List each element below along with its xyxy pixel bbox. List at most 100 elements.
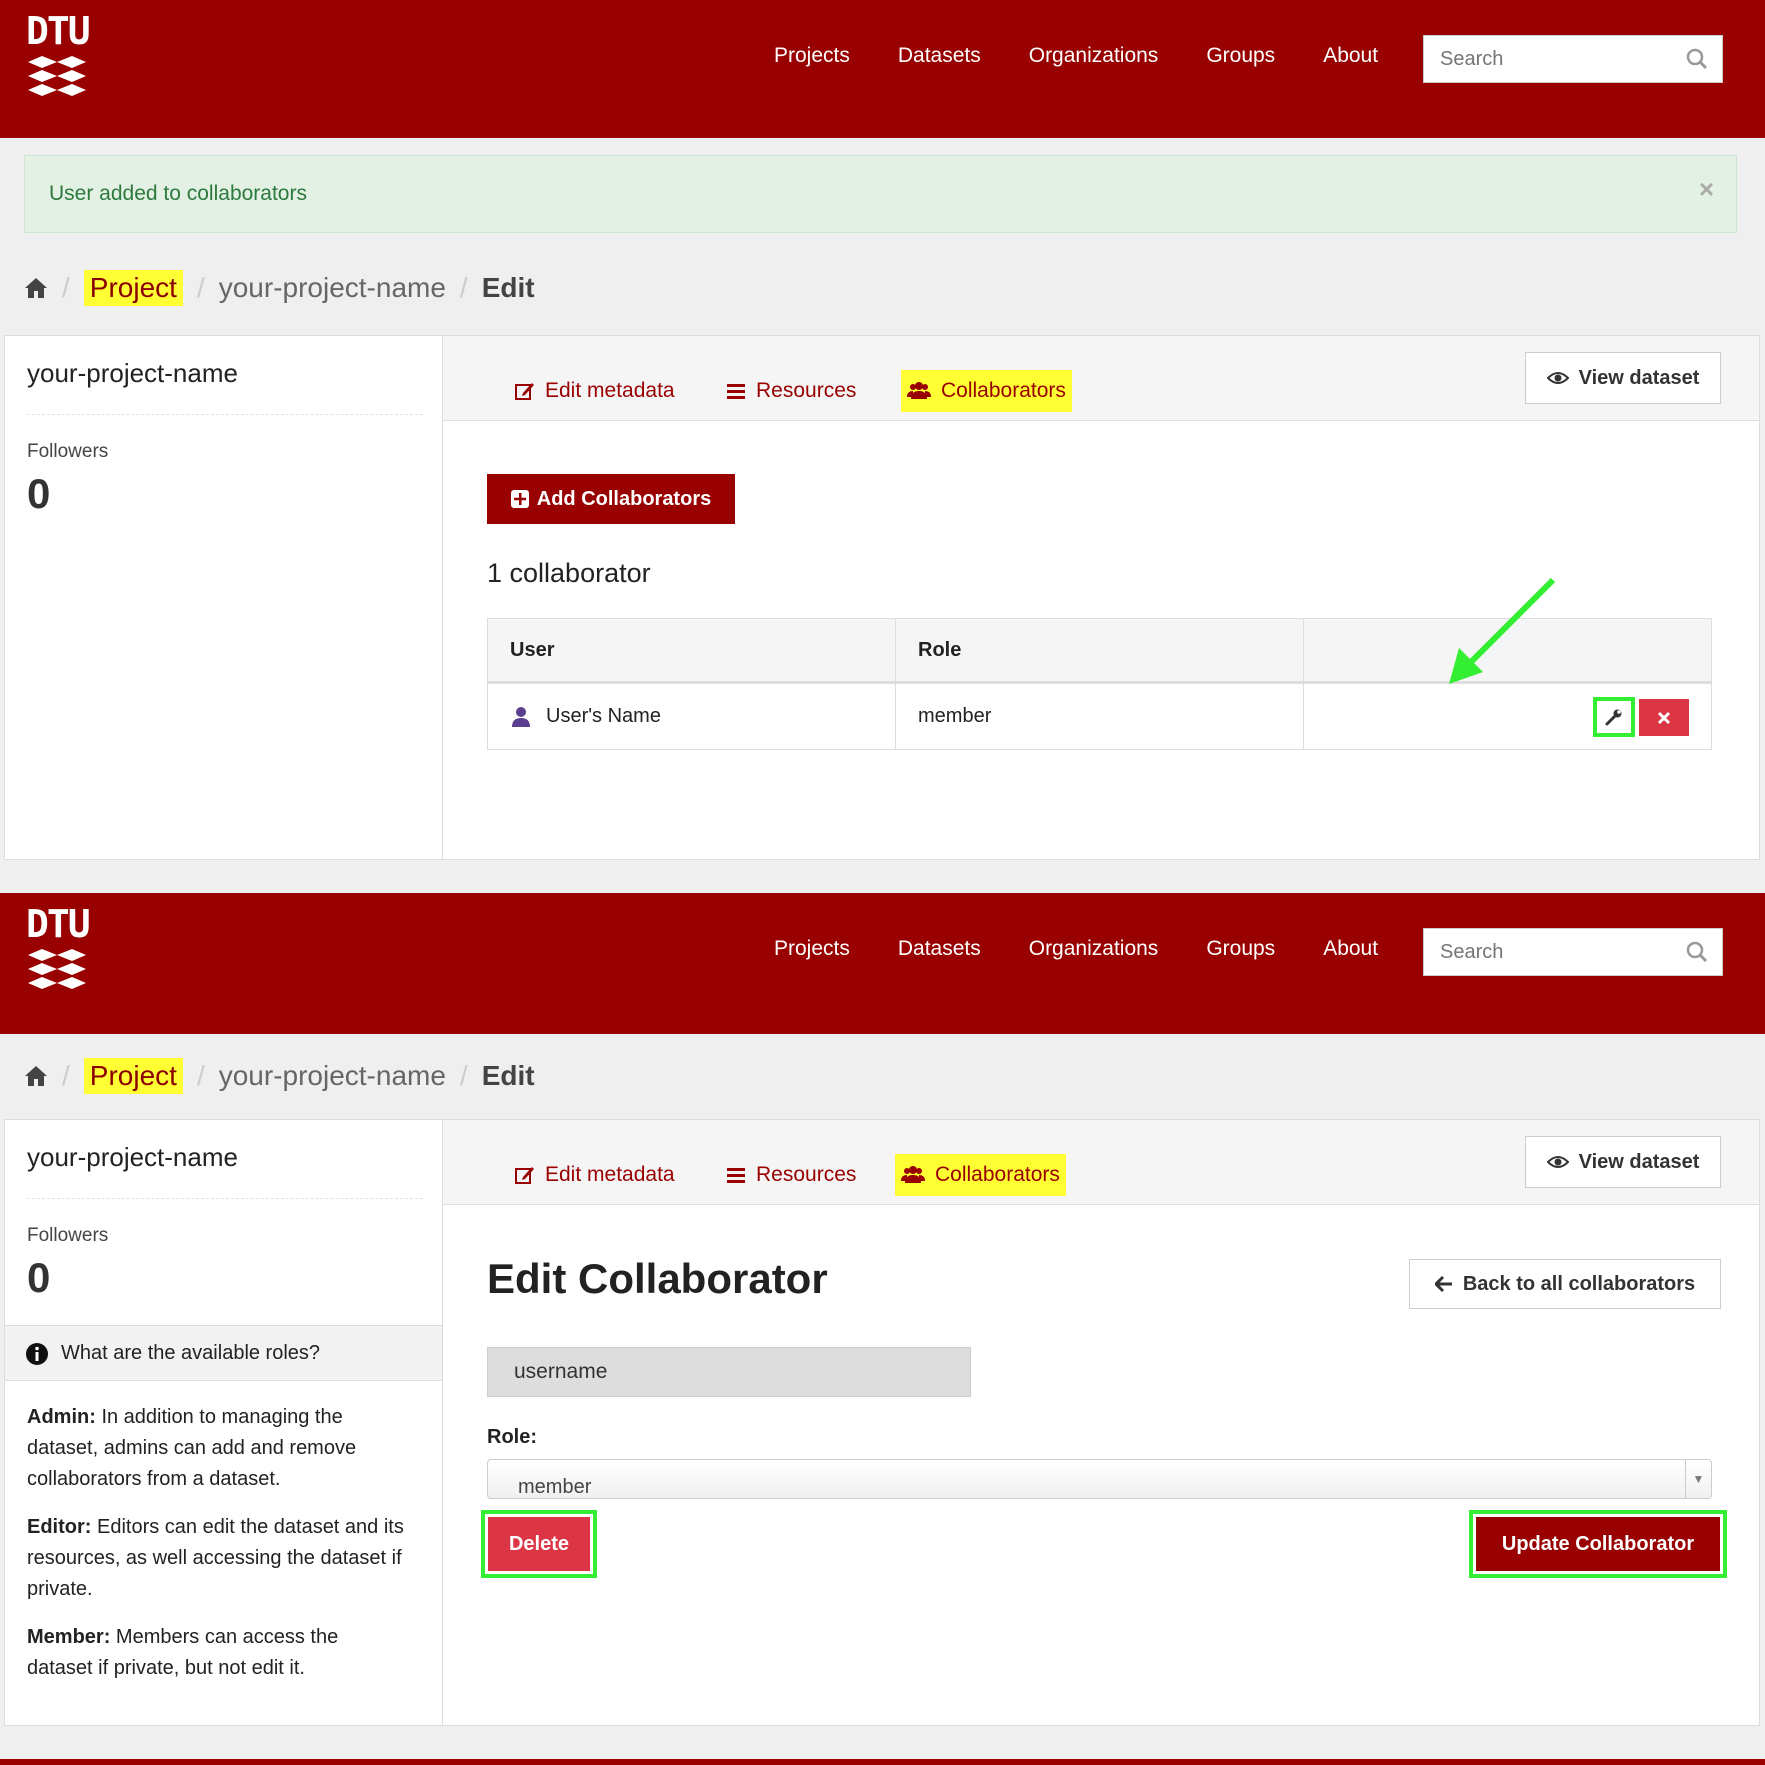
followers-count: 0 (27, 470, 51, 517)
tab-collaborators[interactable]: Collaborators (895, 1154, 1066, 1196)
nav-projects[interactable]: Projects (774, 44, 850, 68)
alert-message: User added to collaborators (49, 182, 307, 205)
edit-collaborator-button[interactable] (1593, 697, 1635, 737)
collaborator-count: 1 collaborator (487, 558, 651, 588)
table-row: User's Name member (487, 682, 1712, 750)
info-icon (26, 1343, 48, 1365)
plus-square-icon (510, 490, 529, 508)
sidebar: your-project-name Followers 0 What are t… (5, 1120, 443, 1725)
users-icon (907, 382, 931, 399)
main-nav: Projects Datasets Organizations Groups A… (774, 937, 1378, 961)
nav-groups[interactable]: Groups (1206, 44, 1275, 68)
search-icon[interactable] (1686, 941, 1708, 963)
add-collaborators-label: Add Collaborators (536, 487, 712, 510)
user-icon (512, 706, 530, 727)
tab-resources[interactable]: Resources (720, 370, 862, 412)
masthead: DTU Projects Datasets Organizations Grou… (0, 893, 1765, 1034)
column-header-user: User (487, 618, 896, 684)
annotation-arrow-icon (1449, 577, 1556, 684)
dtu-logo[interactable]: DTU (26, 905, 91, 993)
nav-organizations[interactable]: Organizations (1029, 937, 1159, 961)
divider (27, 414, 423, 415)
breadcrumb-edit[interactable]: Edit (482, 1060, 535, 1092)
followers-label: Followers (27, 441, 109, 462)
add-collaborators-button[interactable]: Add Collaborators (487, 474, 735, 524)
view-dataset-button[interactable]: View dataset (1525, 1136, 1721, 1188)
delete-button[interactable]: Delete (488, 1517, 590, 1571)
home-icon[interactable] (24, 277, 48, 299)
followers-label: Followers (27, 1225, 109, 1246)
nav-datasets[interactable]: Datasets (898, 44, 981, 68)
tab-edit-metadata[interactable]: Edit metadata (509, 1154, 681, 1196)
main-nav: Projects Datasets Organizations Groups A… (774, 44, 1378, 68)
footer-strip (0, 1759, 1765, 1765)
waves-icon (28, 949, 86, 989)
wrench-icon (1605, 709, 1622, 726)
tab-label: Collaborators (941, 379, 1066, 402)
search-input[interactable] (1424, 36, 1664, 82)
waves-icon (28, 56, 86, 96)
dtu-logo[interactable]: DTU (26, 9, 91, 100)
followers-count: 0 (27, 1254, 51, 1301)
home-icon[interactable] (24, 1065, 48, 1087)
role-select[interactable]: member ▼ (487, 1459, 1712, 1499)
roles-heading: What are the available roles? (5, 1325, 442, 1381)
username-field: username (487, 1347, 971, 1397)
breadcrumb-separator: / (459, 272, 468, 303)
role-admin-description: Admin: In addition to managing the datas… (27, 1402, 407, 1495)
nav-datasets[interactable]: Datasets (898, 937, 981, 961)
success-alert: User added to collaborators × (24, 155, 1737, 233)
tab-label: Edit metadata (545, 1163, 675, 1186)
page-title: Edit Collaborator (487, 1255, 828, 1302)
list-icon (727, 384, 745, 399)
screenshot-collaborators-list: DTU Projects Datasets Organizations Grou… (0, 0, 1765, 893)
user-name[interactable]: User's Name (546, 705, 661, 728)
logo-text: DTU (26, 9, 91, 53)
sidebar-title: your-project-name (27, 358, 238, 388)
tab-collaborators[interactable]: Collaborators (901, 370, 1072, 412)
users-icon (901, 1166, 925, 1183)
search-input[interactable] (1424, 929, 1664, 975)
tab-resources[interactable]: Resources (720, 1154, 862, 1196)
edit-icon (515, 1167, 534, 1184)
role-member-description: Member: Members can access the dataset i… (27, 1622, 407, 1684)
remove-collaborator-button[interactable] (1639, 699, 1689, 736)
search-box (1423, 928, 1723, 976)
breadcrumb-project[interactable]: Project (83, 270, 183, 306)
nav-about[interactable]: About (1323, 937, 1378, 961)
masthead: DTU Projects Datasets Organizations Grou… (0, 0, 1765, 138)
divider (27, 1198, 423, 1199)
tab-edit-metadata[interactable]: Edit metadata (509, 370, 681, 412)
breadcrumb-separator: / (62, 1060, 70, 1091)
main-area: Edit metadata Resources Collaborators Vi… (443, 1120, 1759, 1725)
breadcrumb-project-name[interactable]: your-project-name (219, 1060, 446, 1092)
view-dataset-label: View dataset (1578, 1150, 1700, 1173)
breadcrumb-edit[interactable]: Edit (482, 272, 535, 304)
breadcrumb-separator: / (62, 272, 70, 303)
view-dataset-label: View dataset (1578, 366, 1700, 389)
update-collaborator-button[interactable]: Update Collaborator (1476, 1517, 1720, 1571)
search-icon[interactable] (1686, 48, 1708, 70)
role-label: Role: (487, 1426, 537, 1448)
breadcrumb-project[interactable]: Project (83, 1058, 183, 1094)
chevron-down-icon[interactable]: ▼ (1685, 1460, 1711, 1498)
nav-organizations[interactable]: Organizations (1029, 44, 1159, 68)
screenshot-edit-collaborator: DTU Projects Datasets Organizations Grou… (0, 893, 1765, 1765)
back-to-collaborators-button[interactable]: Back to all collaborators (1409, 1259, 1721, 1309)
role-editor-description: Editor: Editors can edit the dataset and… (27, 1512, 407, 1605)
breadcrumb: / Project / your-project-name / Edit (24, 270, 535, 306)
tab-bar: Edit metadata Resources Collaborators Vi… (443, 1120, 1759, 1205)
breadcrumb-project-name[interactable]: your-project-name (219, 272, 446, 304)
close-icon[interactable]: × (1699, 174, 1714, 205)
role-select-value: member (518, 1476, 592, 1498)
nav-projects[interactable]: Projects (774, 937, 850, 961)
content-panel: your-project-name Followers 0 Edit metad… (4, 335, 1760, 860)
nav-groups[interactable]: Groups (1206, 937, 1275, 961)
breadcrumb: / Project / your-project-name / Edit (24, 1058, 535, 1094)
view-dataset-button[interactable]: View dataset (1525, 352, 1721, 404)
tab-label: Edit metadata (545, 379, 675, 402)
sidebar-title: your-project-name (27, 1142, 238, 1172)
content-panel: your-project-name Followers 0 What are t… (4, 1119, 1760, 1726)
nav-about[interactable]: About (1323, 44, 1378, 68)
role-name: Admin: (27, 1406, 96, 1428)
